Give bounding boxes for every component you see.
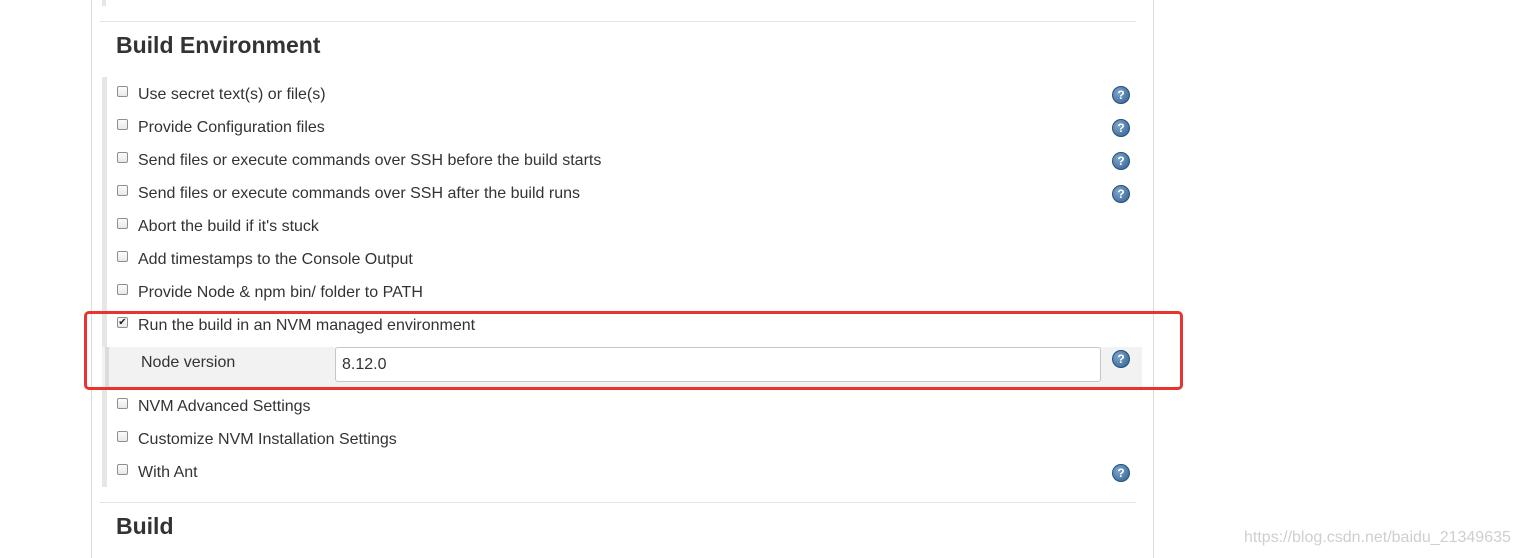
option-row-config-files: Provide Configuration files ? [102, 110, 1142, 143]
option-row-timestamps: Add timestamps to the Console Output [102, 242, 1142, 275]
option-row-nvm-install: Customize NVM Installation Settings [102, 422, 1142, 455]
question-mark-help-icon[interactable]: ? [1112, 86, 1130, 104]
option-row-ssh-after: Send files or execute commands over SSH … [102, 176, 1142, 209]
question-mark-help-icon[interactable]: ? [1112, 152, 1130, 170]
nvm-install-label[interactable]: Customize NVM Installation Settings [138, 430, 397, 450]
nvm-environment-label[interactable]: Run the build in an NVM managed environm… [138, 316, 475, 336]
nvm-node-version-block: Node version ? [102, 347, 1142, 388]
timestamps-checkbox[interactable] [117, 251, 128, 262]
config-files-label[interactable]: Provide Configuration files [138, 118, 325, 138]
abort-stuck-checkbox[interactable] [117, 218, 128, 229]
ssh-before-checkbox[interactable] [117, 152, 128, 163]
question-mark-help-icon[interactable]: ? [1112, 119, 1130, 137]
option-row-secret-text: Use secret text(s) or file(s) ? [102, 77, 1142, 110]
section-divider-bottom [100, 502, 1136, 503]
nvm-advanced-checkbox[interactable] [117, 398, 128, 409]
ssh-after-label[interactable]: Send files or execute commands over SSH … [138, 184, 580, 204]
question-mark-help-icon[interactable]: ? [1112, 350, 1130, 368]
config-files-checkbox[interactable] [117, 119, 128, 130]
previous-section-bar [102, 0, 106, 6]
option-row-with-ant: With Ant ? [102, 455, 1142, 488]
with-ant-label[interactable]: With Ant [138, 463, 198, 483]
question-mark-help-icon[interactable]: ? [1112, 185, 1130, 203]
option-row-node-npm-path: Provide Node & npm bin/ folder to PATH [102, 275, 1142, 308]
with-ant-checkbox[interactable] [117, 464, 128, 475]
nvm-environment-checkbox[interactable]: ✔ [117, 317, 128, 328]
nvm-advanced-label[interactable]: NVM Advanced Settings [138, 397, 311, 417]
option-row-abort-stuck: Abort the build if it's stuck [102, 209, 1142, 242]
section-divider-top [100, 21, 1136, 22]
option-row-nvm-environment: ✔ Run the build in an NVM managed enviro… [102, 308, 1142, 341]
secret-text-label[interactable]: Use secret text(s) or file(s) [138, 85, 326, 105]
build-environment-title: Build Environment [116, 32, 321, 58]
ssh-after-checkbox[interactable] [117, 185, 128, 196]
build-section-title: Build [116, 513, 174, 539]
ssh-before-label[interactable]: Send files or execute commands over SSH … [138, 151, 601, 171]
abort-stuck-label[interactable]: Abort the build if it's stuck [138, 217, 319, 237]
node-npm-path-label[interactable]: Provide Node & npm bin/ folder to PATH [138, 283, 423, 303]
question-mark-help-icon[interactable]: ? [1112, 464, 1130, 482]
option-row-ssh-before: Send files or execute commands over SSH … [102, 143, 1142, 176]
nested-option-bar [105, 347, 109, 388]
build-environment-options: Use secret text(s) or file(s) ? Provide … [102, 77, 1142, 487]
timestamps-label[interactable]: Add timestamps to the Console Output [138, 250, 413, 270]
node-version-label: Node version [141, 354, 236, 371]
node-npm-path-checkbox[interactable] [117, 284, 128, 295]
option-row-nvm-advanced: NVM Advanced Settings [102, 389, 1142, 422]
node-version-input[interactable] [335, 347, 1101, 382]
csdn-watermark: https://blog.csdn.net/baidu_21349635 [1244, 529, 1511, 546]
checkmark-icon: ✔ [118, 317, 127, 328]
config-panel: Build Environment Use secret text(s) or … [91, 0, 1154, 558]
nvm-install-checkbox[interactable] [117, 431, 128, 442]
secret-text-checkbox[interactable] [117, 86, 128, 97]
